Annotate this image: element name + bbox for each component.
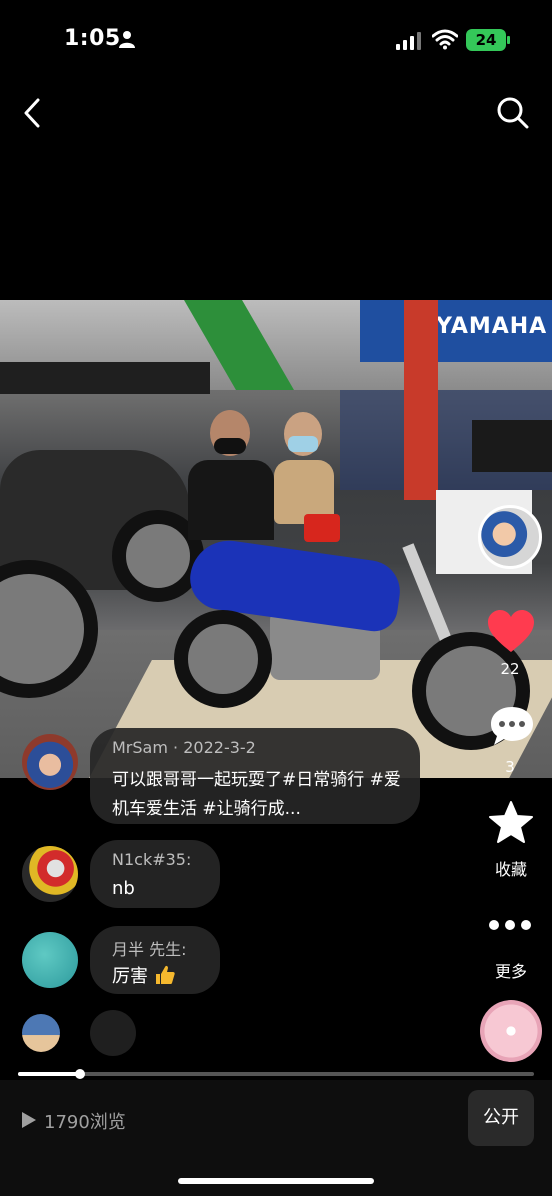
commenter-avatar[interactable] [22, 1014, 60, 1052]
commenter-name[interactable]: N1ck#35: [112, 850, 191, 869]
red-pillar [404, 300, 438, 500]
view-count: 1790浏览 [44, 1112, 126, 1133]
progress-track[interactable] [18, 1072, 534, 1076]
progress-handle[interactable] [75, 1069, 85, 1079]
post-meta: MrSam · 2022-3-2 [112, 738, 256, 757]
comment-text-row: 厉害 [112, 962, 176, 988]
more-label[interactable]: 更多 [468, 958, 552, 982]
post-caption[interactable]: 可以跟哥哥一起玩耍了#日常骑行 #爱机车爱生活 #让骑行成... [112, 766, 412, 824]
commenter-avatar[interactable] [22, 932, 78, 988]
music-disc[interactable] [480, 1000, 542, 1062]
bike-rear-wheel [174, 610, 272, 708]
like-count: 22 [500, 660, 520, 678]
play-icon [22, 1112, 36, 1128]
collect-label[interactable]: 收藏 [468, 856, 552, 880]
comment-icon[interactable] [488, 704, 536, 748]
comment-text: 厉害 [112, 966, 148, 987]
wifi-icon [432, 29, 458, 50]
progress-fill [18, 1072, 80, 1076]
battery-cap [507, 36, 510, 44]
child [268, 412, 340, 552]
author-name[interactable]: MrSam [112, 738, 168, 757]
status-time: 1:05 [64, 26, 121, 51]
signal-icon [396, 32, 421, 50]
author-avatar[interactable] [22, 734, 78, 790]
commenter-avatar[interactable] [22, 846, 78, 902]
home-indicator[interactable] [178, 1178, 374, 1184]
man-mask [214, 438, 246, 454]
battery-indicator: 24 [466, 29, 506, 51]
star-icon[interactable] [488, 800, 534, 846]
visibility-button[interactable]: 公开 [468, 1090, 534, 1146]
heart-icon[interactable] [486, 608, 536, 654]
blue-dirt-bike [174, 535, 530, 750]
store-sign-band [0, 362, 210, 394]
person-icon [119, 31, 135, 48]
meta-separator: · [173, 738, 179, 757]
comment-text: nb [112, 878, 135, 899]
post-photo[interactable]: YAMAHA [0, 300, 552, 778]
man-body [188, 460, 274, 540]
back-icon[interactable] [18, 94, 50, 132]
search-icon[interactable] [494, 94, 532, 132]
thumbs-up-icon [155, 965, 175, 984]
man [188, 410, 274, 540]
album-thumbnail[interactable] [478, 505, 542, 569]
comment-bubble [90, 1010, 136, 1056]
tv-screen [472, 420, 552, 472]
more-icon[interactable] [484, 908, 536, 942]
yamaha-sign-text: YAMAHA [436, 314, 548, 339]
commenter-name[interactable]: 月半 先生: [112, 936, 186, 960]
red-toy [304, 514, 340, 542]
child-mask [288, 436, 318, 452]
post-date: 2022-3-2 [183, 738, 256, 757]
comment-count: 3 [505, 758, 515, 776]
